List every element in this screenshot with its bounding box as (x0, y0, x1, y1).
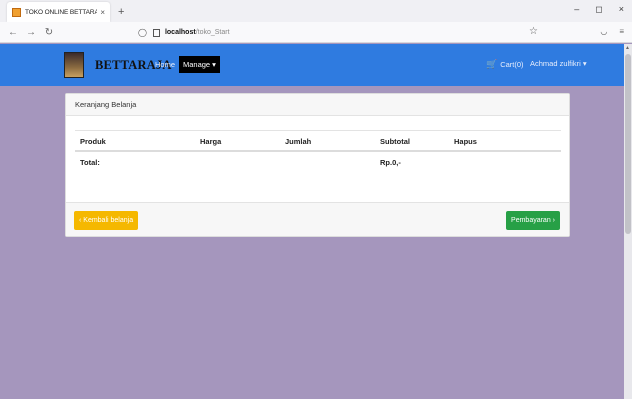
maximize-icon[interactable]: ◻ (595, 4, 602, 15)
total-value: Rp.0,- (380, 158, 401, 167)
pocket-icon[interactable]: ◡ (600, 27, 607, 36)
table-header-row: Produk Harga Jumlah Subtotal Hapus (75, 130, 561, 150)
page-icon (152, 28, 160, 37)
brand-logo[interactable] (64, 52, 84, 78)
url-bar[interactable]: ◯ localhost /toko_Start ☆ (138, 25, 552, 40)
reload-icon[interactable]: ↻ (44, 27, 54, 38)
column-header-jumlah: Jumlah (285, 137, 312, 146)
scroll-up-icon[interactable]: ▲ (625, 45, 630, 51)
scroll-thumb[interactable] (625, 54, 631, 234)
cart-label: Cart(0) (500, 60, 524, 69)
favicon-icon (12, 7, 21, 17)
column-header-hapus: Hapus (454, 137, 477, 146)
minimize-icon[interactable]: – (574, 4, 579, 15)
tab-close-icon[interactable]: × (100, 8, 105, 17)
card-footer: ‹ Kembali belanja Pembayaran › (66, 202, 569, 236)
tracking-shield-icon[interactable]: ◯ (138, 28, 147, 37)
continue-shopping-button[interactable]: ‹ Kembali belanja (74, 211, 139, 230)
app-navbar: BETTARAJA Home Manage ▾ 🛒 Cart(0) Achmad… (0, 44, 624, 86)
toolbar-right-icons: ◡ ≡ (600, 27, 624, 36)
table-total-row: Total: Rp.0,- (75, 150, 561, 170)
back-arrow-icon[interactable]: ← (8, 27, 18, 38)
page-content: BETTARAJA Home Manage ▾ 🛒 Cart(0) Achmad… (0, 44, 624, 399)
page-scrollbar[interactable]: ▲ (624, 44, 632, 399)
checkout-button[interactable]: Pembayaran › (506, 211, 560, 230)
new-tab-button[interactable]: + (118, 6, 124, 18)
cart-card: Keranjang Belanja Produk Harga Jumlah Su… (65, 93, 570, 237)
nav-cart-link[interactable]: 🛒 Cart(0) (486, 59, 524, 70)
column-header-subtotal: Subtotal (380, 137, 410, 146)
browser-tab[interactable]: TOKO ONLINE BETTARAJA × (7, 2, 110, 22)
nav-manage-dropdown[interactable]: Manage ▾ (179, 56, 220, 73)
forward-arrow-icon[interactable]: → (26, 27, 36, 38)
nav-user-dropdown[interactable]: Achmad zulfikri ▾ (530, 59, 587, 68)
card-title: Keranjang Belanja (66, 94, 569, 116)
column-header-produk: Produk (80, 137, 106, 146)
column-header-harga: Harga (200, 137, 222, 146)
menu-icon[interactable]: ≡ (619, 27, 624, 36)
window-controls: – ◻ × (574, 4, 624, 15)
url-host: localhost (164, 29, 196, 36)
browser-tab-strip: TOKO ONLINE BETTARAJA × + – ◻ × (0, 0, 632, 22)
bookmark-star-icon[interactable]: ☆ (529, 26, 538, 37)
nav-home-link[interactable]: Home (155, 60, 175, 69)
total-label: Total: (80, 158, 100, 167)
browser-toolbar: ← → ↻ ◯ localhost /toko_Start ☆ ◡ ≡ (0, 22, 632, 43)
url-path: /toko_Start (195, 29, 230, 36)
tab-title: TOKO ONLINE BETTARAJA (25, 8, 98, 16)
close-window-icon[interactable]: × (619, 4, 624, 15)
cart-icon: 🛒 (486, 59, 498, 69)
cart-table: Produk Harga Jumlah Subtotal Hapus Total… (75, 130, 561, 170)
